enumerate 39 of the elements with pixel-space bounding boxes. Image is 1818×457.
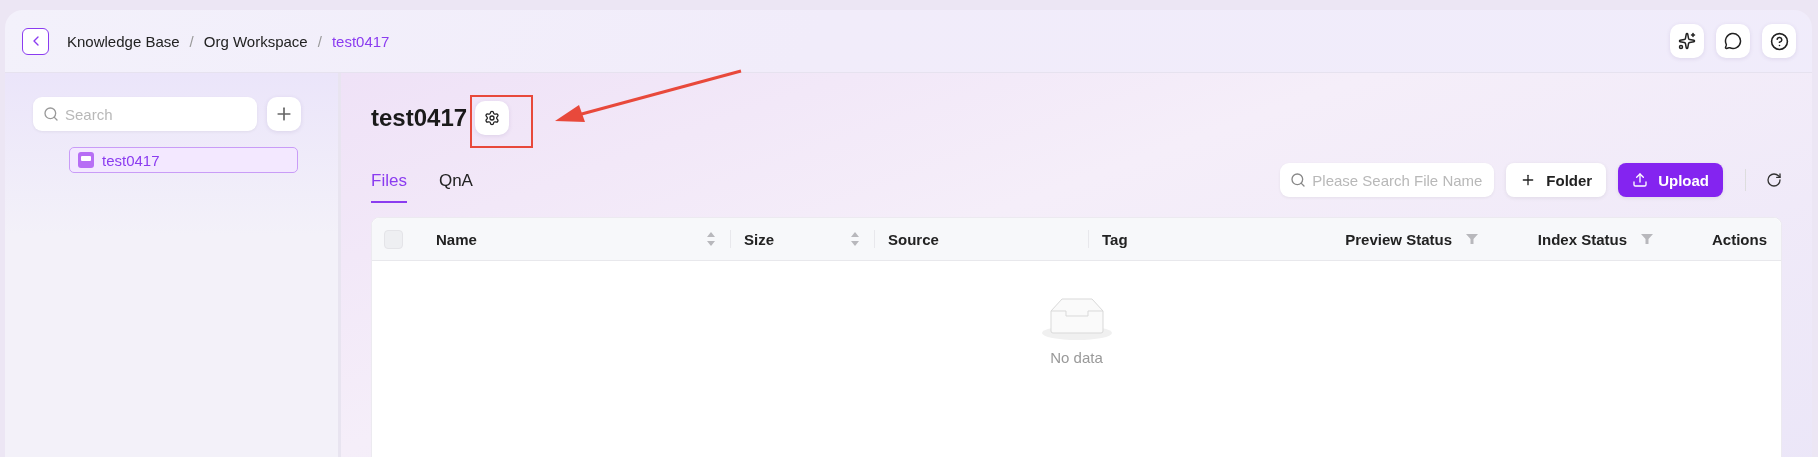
- empty-text: No data: [1050, 349, 1103, 366]
- refresh-icon: [1766, 172, 1782, 188]
- column-header: Tag: [1102, 230, 1128, 248]
- file-search-field[interactable]: Please Search File Name: [1280, 163, 1495, 197]
- column-header: Size: [744, 230, 774, 248]
- sparkle-icon: [1678, 32, 1696, 50]
- column-header: Source: [888, 230, 939, 248]
- add-button[interactable]: [267, 97, 301, 131]
- column-header: Preview Status: [1345, 230, 1452, 248]
- column-header: Index Status: [1537, 230, 1627, 248]
- tab[interactable]: Files: [371, 171, 407, 203]
- search-field[interactable]: Search: [33, 97, 257, 131]
- page-title: test0417: [371, 104, 468, 132]
- breadcrumb-separator: /: [189, 32, 194, 50]
- search-icon: [1290, 172, 1307, 188]
- upload-icon: [1632, 172, 1649, 188]
- breadcrumb-link[interactable]: Knowledge Base: [67, 32, 180, 50]
- folder-button[interactable]: Folder: [1506, 163, 1607, 197]
- tab[interactable]: QnA: [438, 171, 473, 203]
- empty-inbox-icon: [1040, 295, 1113, 341]
- back-button[interactable]: [22, 27, 49, 55]
- column-header: Actions: [1712, 230, 1767, 248]
- upload-button[interactable]: Upload: [1618, 163, 1723, 197]
- refresh-button[interactable]: [1766, 172, 1782, 188]
- knowledge-base-icon: [78, 152, 94, 168]
- annotation-box: [470, 95, 533, 148]
- column-header: Name: [436, 230, 477, 248]
- settings-icon: [484, 110, 501, 126]
- settings-button[interactable]: [475, 101, 510, 135]
- tree-item[interactable]: test0417: [69, 147, 298, 173]
- ai-search-button[interactable]: [1670, 24, 1704, 58]
- help-button[interactable]: [1762, 24, 1796, 58]
- help-icon: [1769, 31, 1789, 51]
- breadcrumb-link[interactable]: Org Workspace: [203, 32, 308, 50]
- chat-button[interactable]: [1716, 24, 1750, 58]
- breadcrumb-link[interactable]: test0417: [331, 32, 390, 50]
- breadcrumb-separator: /: [317, 32, 322, 50]
- chat-bubble-icon: [1724, 32, 1742, 50]
- search-icon: [43, 106, 59, 122]
